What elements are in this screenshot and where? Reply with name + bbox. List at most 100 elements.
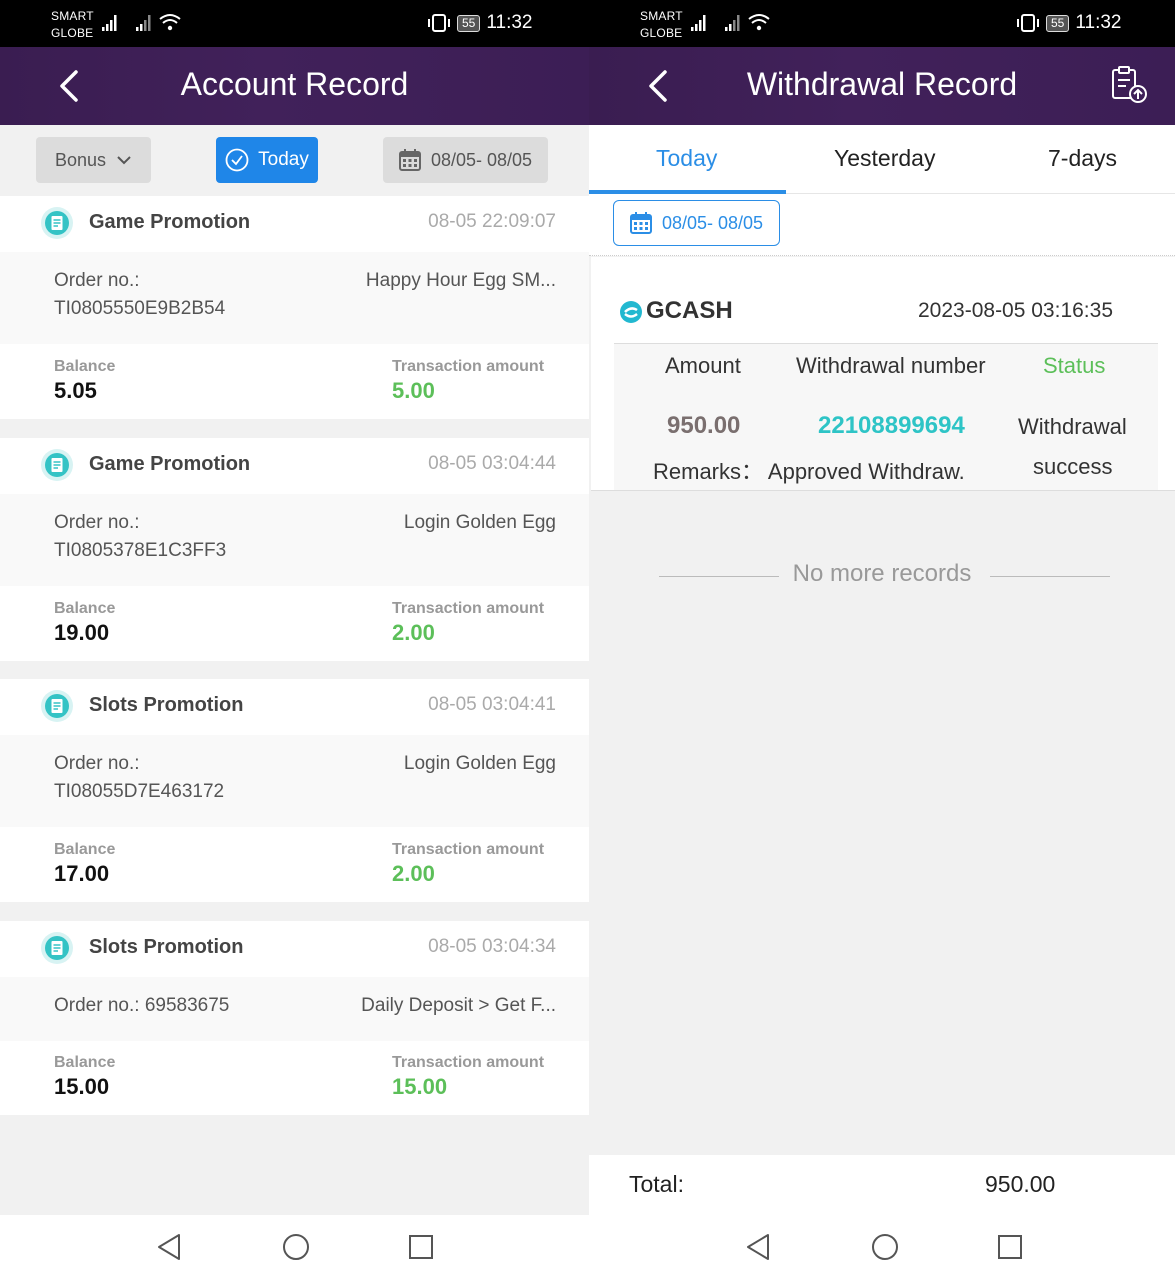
- vibrate-icon: [1017, 14, 1039, 32]
- withdrawal-card[interactable]: GCASH 2023-08-05 03:16:35 Amount Withdra…: [591, 257, 1175, 491]
- today-button-label: Today: [258, 149, 309, 170]
- today-button[interactable]: Today: [216, 137, 318, 183]
- divider-right: [990, 576, 1110, 577]
- tab-7-days[interactable]: 7-days: [1048, 145, 1117, 172]
- balance-label: Balance: [54, 600, 116, 617]
- vibrate-icon: [428, 14, 450, 32]
- balance-value: 5.05: [54, 378, 97, 403]
- status-right: 55 11:32: [1016, 12, 1122, 34]
- carrier-line-1: SMART: [640, 9, 683, 23]
- remarks: Remarks： Approved Withdraw.: [653, 459, 965, 484]
- app-header: Account Record: [0, 47, 589, 125]
- balance-label: Balance: [54, 358, 116, 375]
- record-amounts: Balance 19.00 Transaction amount 2.00: [0, 587, 589, 661]
- record-amounts: Balance 17.00 Transaction amount 2.00: [0, 828, 589, 902]
- carrier-line-2: GLOBE: [51, 26, 94, 40]
- nav-home-icon[interactable]: [281, 1232, 311, 1262]
- transaction-amount-value: 15.00: [392, 1074, 448, 1099]
- record-title: Game Promotion: [89, 211, 251, 233]
- date-range-label: 08/05- 08/05: [430, 149, 533, 170]
- record-card[interactable]: Game Promotion 08-05 03:04:44 Order no.:…: [0, 438, 589, 661]
- record-title: Slots Promotion: [89, 936, 244, 958]
- record-upload-icon[interactable]: [1109, 65, 1149, 105]
- tab-today[interactable]: Today: [656, 145, 717, 172]
- date-range-button[interactable]: 08/05- 08/05: [383, 137, 548, 183]
- balance-value: 15.00: [54, 1074, 110, 1099]
- status-value: Withdrawal: [1018, 414, 1127, 439]
- record-card[interactable]: Slots Promotion 08-05 03:04:41 Order no.…: [0, 679, 589, 902]
- signal-wifi-icon: [691, 14, 770, 31]
- no-more-text: No more records: [792, 560, 972, 587]
- gcash-logo-icon: [620, 301, 642, 323]
- record-details: Order no.: TI0805550E9B2B54 Happy Hour E…: [0, 252, 589, 344]
- carrier-label: SMART GLOBE: [51, 8, 94, 42]
- order-label: Order no.:: [54, 270, 140, 291]
- carrier-line-2: GLOBE: [640, 26, 683, 40]
- transaction-amount-label: Transaction amount: [392, 358, 545, 375]
- transaction-amount-label: Transaction amount: [392, 1054, 545, 1071]
- calendar-icon: [629, 212, 652, 234]
- record-card[interactable]: Slots Promotion 08-05 03:04:34 Order no.…: [0, 921, 589, 1115]
- nav-back-icon[interactable]: [745, 1232, 771, 1262]
- withdrawal-datetime: 2023-08-05 03:16:35: [918, 299, 1113, 322]
- date-range-label: 08/05- 08/05: [661, 212, 764, 233]
- record-time: 08-05 03:04:41: [428, 694, 556, 715]
- app-header: Withdrawal Record: [589, 47, 1175, 125]
- nav-recents-icon[interactable]: [407, 1232, 435, 1262]
- date-filter-bar: 08/05- 08/05: [589, 194, 1175, 256]
- order-label: Order no.: 69583675: [54, 995, 230, 1016]
- receipt-icon: [41, 207, 73, 239]
- record-description: Daily Deposit > Get F...: [361, 995, 556, 1016]
- battery-level: 55: [457, 14, 481, 32]
- transaction-amount-label: Transaction amount: [392, 841, 545, 858]
- status-column-header: Status: [1043, 353, 1106, 378]
- receipt-icon: [41, 449, 73, 481]
- record-header: Slots Promotion 08-05 03:04:41: [0, 679, 589, 734]
- record-time: 08-05 03:04:34: [428, 936, 556, 957]
- withdrawal-number-column-header: Withdrawal number: [796, 353, 986, 378]
- type-dropdown[interactable]: Bonus: [36, 137, 151, 183]
- nav-recents-icon[interactable]: [996, 1232, 1024, 1262]
- record-amounts: Balance 5.05 Transaction amount 5.00: [0, 345, 589, 419]
- page-title: Withdrawal Record: [746, 66, 1018, 102]
- withdrawal-amount: 950.00: [667, 412, 741, 439]
- clock: 11:32: [486, 12, 533, 33]
- type-dropdown-label: Bonus: [54, 149, 107, 170]
- record-description: Login Golden Egg: [403, 512, 556, 533]
- nav-back-icon[interactable]: [156, 1232, 182, 1262]
- order-number: TI08055D7E463172: [54, 781, 225, 802]
- status-bar: SMART GLOBE 55 11:32: [589, 0, 1175, 47]
- system-nav-bar: [589, 1215, 1175, 1280]
- withdrawal-number: 22108899694: [818, 412, 965, 439]
- nav-home-icon[interactable]: [870, 1232, 900, 1262]
- record-header: Slots Promotion 08-05 03:04:34: [0, 921, 589, 976]
- total-bar: Total: 950.00: [589, 1155, 1175, 1215]
- order-number: TI0805378E1C3FF3: [54, 540, 227, 561]
- check-circle-icon: [225, 148, 249, 172]
- amount-column-header: Amount: [665, 353, 741, 378]
- calendar-icon: [398, 149, 421, 171]
- receipt-icon: [41, 690, 73, 722]
- withdrawal-record-screen: SMART GLOBE 55 11:32 Withdrawal Record T…: [589, 0, 1175, 1280]
- transaction-amount-label: Transaction amount: [392, 600, 545, 617]
- date-range-button[interactable]: 08/05- 08/05: [613, 200, 780, 246]
- transaction-amount-value: 2.00: [392, 620, 435, 645]
- no-more-records: No more records: [589, 560, 1175, 588]
- order-label: Order no.:: [54, 512, 140, 533]
- filter-bar: Bonus Today 08/05- 08/05: [0, 125, 589, 196]
- page-title: Account Record: [180, 66, 409, 102]
- status-right: 55 11:32: [427, 12, 533, 34]
- record-amounts: Balance 15.00 Transaction amount 15.00: [0, 1041, 589, 1115]
- balance-label: Balance: [54, 841, 116, 858]
- chevron-down-icon: [117, 156, 131, 165]
- record-description: Login Golden Egg: [403, 753, 556, 774]
- battery-level: 55: [1046, 14, 1070, 32]
- tab-yesterday[interactable]: Yesterday: [834, 145, 935, 172]
- record-card[interactable]: Game Promotion 08-05 22:09:07 Order no.:…: [0, 196, 589, 419]
- period-tabs: Today Yesterday 7-days: [589, 125, 1175, 194]
- carrier-line-1: SMART: [51, 9, 94, 23]
- record-header: Game Promotion 08-05 22:09:07: [0, 196, 589, 251]
- balance-value: 17.00: [54, 861, 110, 886]
- order-number: TI0805550E9B2B54: [54, 298, 226, 319]
- carrier-label: SMART GLOBE: [640, 8, 683, 42]
